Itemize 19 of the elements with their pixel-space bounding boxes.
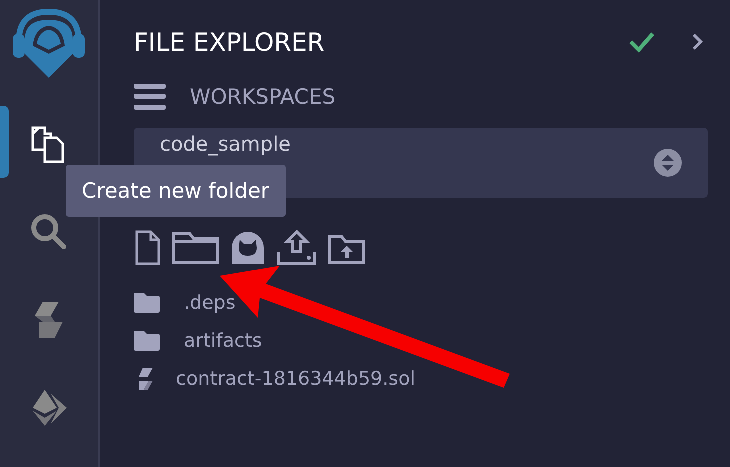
- chevron-right-icon[interactable]: [692, 33, 704, 51]
- sort-icon: [654, 149, 682, 177]
- panel-title: FILE EXPLORER: [134, 28, 326, 56]
- new-file-icon[interactable]: [134, 230, 162, 266]
- solidity-icon: [138, 367, 154, 391]
- file-item[interactable]: .deps: [184, 292, 236, 314]
- search-icon[interactable]: [29, 212, 69, 252]
- folder-icon[interactable]: [172, 230, 220, 266]
- folder-upload-icon[interactable]: [328, 234, 366, 266]
- file-item[interactable]: contract-1816344b59.sol: [176, 368, 416, 390]
- check-icon: [628, 31, 656, 53]
- section-title: WORKSPACES: [190, 85, 336, 109]
- menu-icon[interactable]: [134, 83, 166, 111]
- folder-icon: [134, 293, 160, 313]
- tooltip: Create new folder: [66, 165, 286, 217]
- github-icon[interactable]: [230, 230, 266, 266]
- folder-icon: [134, 331, 160, 351]
- file-item[interactable]: artifacts: [184, 330, 262, 352]
- upload-icon[interactable]: [276, 230, 318, 266]
